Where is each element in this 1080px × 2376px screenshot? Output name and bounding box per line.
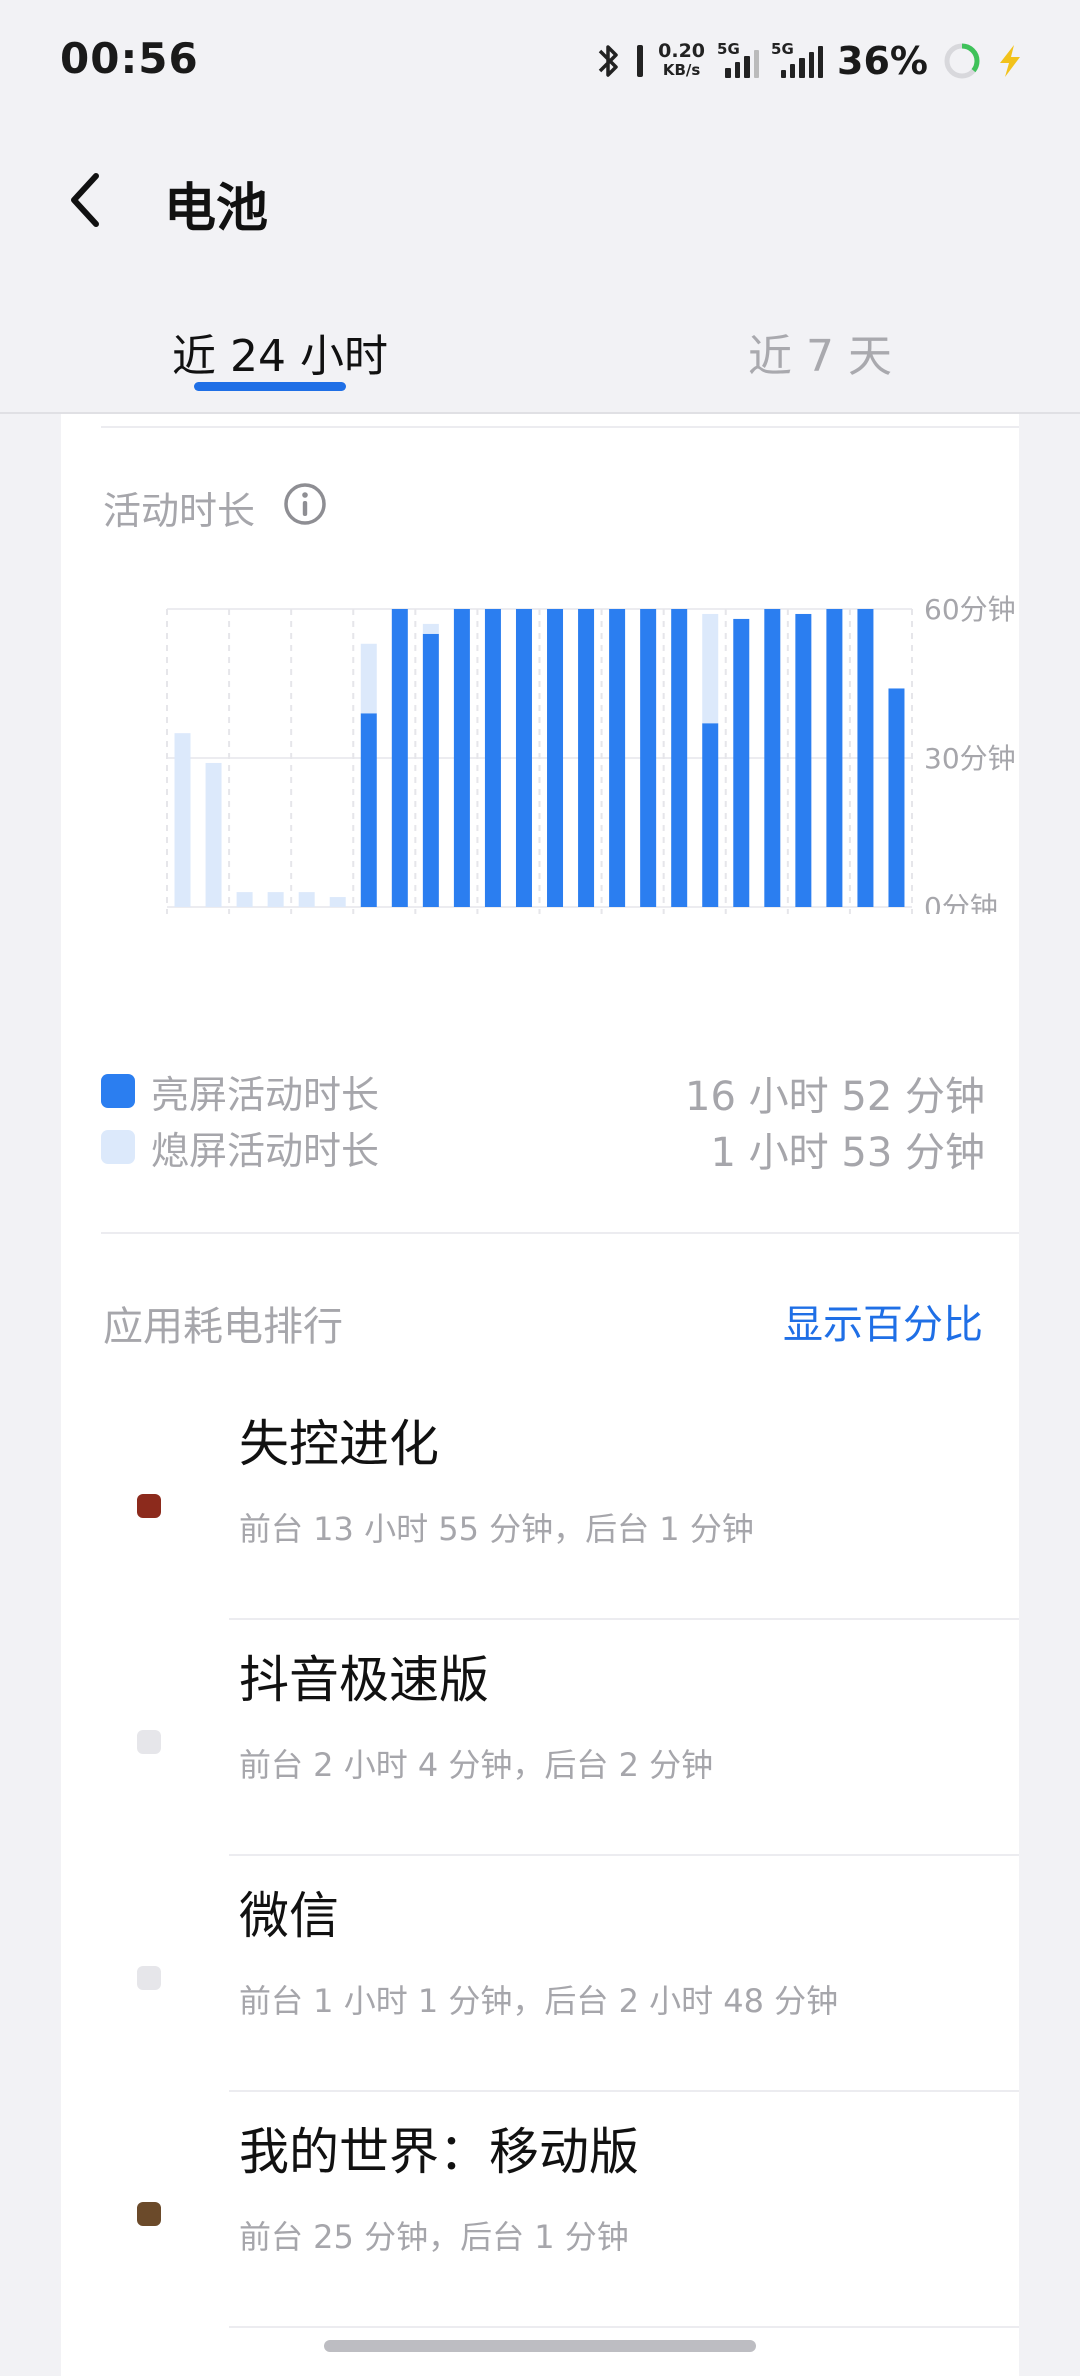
app-name: 我的世界：移动版	[239, 2123, 639, 2181]
tab-bar: 近 24 小时 近 7 天	[0, 300, 1080, 412]
signal-bar	[753, 50, 760, 78]
bar-screen-off	[702, 613, 719, 724]
wechat-icon	[137, 1966, 161, 1990]
page-title: 电池	[164, 179, 269, 239]
bar-screen-on	[609, 609, 626, 907]
list-divider	[229, 2326, 1019, 2328]
app-usage-detail: 前台 13 小时 55 分钟，后台 1 分钟	[239, 1510, 754, 1548]
tab-7-days[interactable]: 近 7 天	[748, 320, 892, 384]
bar-screen-on	[733, 618, 750, 907]
charging-bolt-icon	[1000, 45, 1020, 77]
bar-screen-on	[453, 609, 470, 907]
activity-title: 活动时长	[103, 489, 256, 533]
signal-bar	[817, 46, 824, 78]
bar-screen-on	[422, 633, 439, 907]
sim1-label: 5G	[717, 40, 740, 58]
tiktok-icon	[137, 1730, 161, 1754]
bar-screen-on	[360, 713, 377, 907]
app-name: 抖音极速版	[239, 1651, 489, 1709]
app-ranking-title: 应用耗电排行	[103, 1304, 343, 1350]
y-tick-label: 30分钟	[924, 742, 1016, 775]
game-icon	[137, 1494, 161, 1518]
net-speed-value: 0.20	[658, 40, 706, 62]
bluetooth-battery-indicator	[637, 45, 644, 77]
bar-screen-off	[329, 897, 346, 907]
bar-screen-off	[236, 892, 253, 907]
bar-screen-on	[795, 613, 812, 907]
app-list-item[interactable]: 抖音极速版 前台 2 小时 4 分钟，后台 2 分钟	[61, 1620, 1019, 1856]
bar-screen-on	[857, 609, 874, 907]
tab-selected-indicator	[194, 382, 346, 391]
sim2-label: 5G	[771, 40, 794, 58]
bar-screen-on	[578, 609, 595, 907]
signal-bar	[799, 58, 805, 78]
status-bar: 00:56 0.20 KB/s 5G 5G 36%	[0, 0, 1080, 120]
app-list-item[interactable]: 我的世界：移动版 前台 25 分钟，后台 1 分钟	[61, 2092, 1019, 2328]
app-name: 失控进化	[239, 1415, 439, 1473]
signal-bar	[744, 56, 750, 78]
net-speed: 0.20 KB/s	[658, 42, 705, 80]
bar-screen-on	[515, 609, 532, 907]
signal-bar	[781, 70, 787, 78]
signal-bar	[790, 64, 796, 78]
app-list-item[interactable]: 失控进化 前台 13 小时 55 分钟，后台 1 分钟	[61, 1384, 1019, 1620]
legend-value: 1 小时 53 分钟	[710, 1130, 986, 1176]
bar-screen-on	[702, 723, 719, 907]
app-usage-detail: 前台 25 分钟，后台 1 分钟	[239, 2218, 629, 2256]
bar-screen-on	[764, 609, 781, 907]
activity-chart: 60分钟30分钟0分钟1357911131517192123	[166, 593, 1016, 914]
signal-sim2: 5G	[771, 40, 824, 78]
app-usage-detail: 前台 2 小时 4 分钟，后台 2 分钟	[239, 1746, 714, 1784]
legend-swatch-screen-on	[101, 1074, 135, 1108]
bar-screen-on	[826, 609, 843, 907]
bar-screen-off	[298, 892, 315, 907]
legend-swatch-screen-off	[101, 1130, 135, 1164]
chevron-left-icon[interactable]	[66, 170, 106, 230]
status-icons: 0.20 KB/s 5G 5G 36%	[596, 36, 1024, 86]
battery-ring-icon	[944, 43, 980, 79]
net-speed-unit: KB/s	[662, 61, 701, 79]
legend-screen-off: 熄屏活动时长 1 小时 53 分钟	[101, 1116, 985, 1176]
signal-bar	[725, 68, 731, 78]
signal-sim1: 5G	[717, 40, 760, 78]
app-usage-detail: 前台 1 小时 1 分钟，后台 2 小时 48 分钟	[239, 1982, 839, 2020]
chart-legend: 亮屏活动时长 16 小时 52 分钟 熄屏活动时长 1 小时 53 分钟	[101, 1060, 985, 1176]
app-name: 微信	[239, 1887, 339, 1945]
bar-screen-off	[360, 643, 377, 714]
bar-screen-on	[888, 688, 905, 907]
status-time: 00:56	[60, 34, 199, 83]
battery-card: 活动时长 60分钟30分钟0分钟1357911131517192123 亮屏活动…	[61, 414, 1019, 2376]
bar-screen-on	[671, 609, 688, 907]
info-circle-icon[interactable]	[283, 482, 327, 526]
bar-screen-off	[174, 733, 191, 907]
signal-bar	[808, 52, 814, 78]
bar-screen-on	[547, 609, 564, 907]
legend-value: 16 小时 52 分钟	[685, 1074, 985, 1120]
minecraft-icon	[137, 2202, 161, 2226]
bluetooth-icon	[598, 45, 618, 77]
bar-screen-off	[267, 892, 284, 907]
y-tick-label: 60分钟	[924, 593, 1016, 626]
bar-screen-on	[391, 609, 408, 907]
card-divider	[101, 426, 1019, 428]
bar-screen-off	[205, 762, 222, 907]
app-list-item[interactable]: 微信 前台 1 小时 1 分钟，后台 2 小时 48 分钟	[61, 1856, 1019, 2092]
legend-label: 亮屏活动时长	[151, 1073, 380, 1117]
home-indicator[interactable]	[324, 2340, 756, 2352]
tab-24-hours[interactable]: 近 24 小时	[172, 320, 388, 384]
section-divider	[101, 1232, 1019, 1234]
battery-percent: 36%	[837, 39, 928, 83]
y-tick-label: 0分钟	[924, 891, 998, 914]
bar-screen-on	[484, 609, 501, 907]
app-header: 电池	[0, 140, 1080, 260]
show-percentage-button[interactable]: 显示百分比	[783, 1292, 983, 1350]
signal-bar	[734, 62, 741, 78]
bar-screen-off	[422, 623, 439, 634]
bar-screen-on	[640, 609, 657, 907]
legend-screen-on: 亮屏活动时长 16 小时 52 分钟	[101, 1060, 985, 1120]
legend-label: 熄屏活动时长	[151, 1129, 380, 1173]
